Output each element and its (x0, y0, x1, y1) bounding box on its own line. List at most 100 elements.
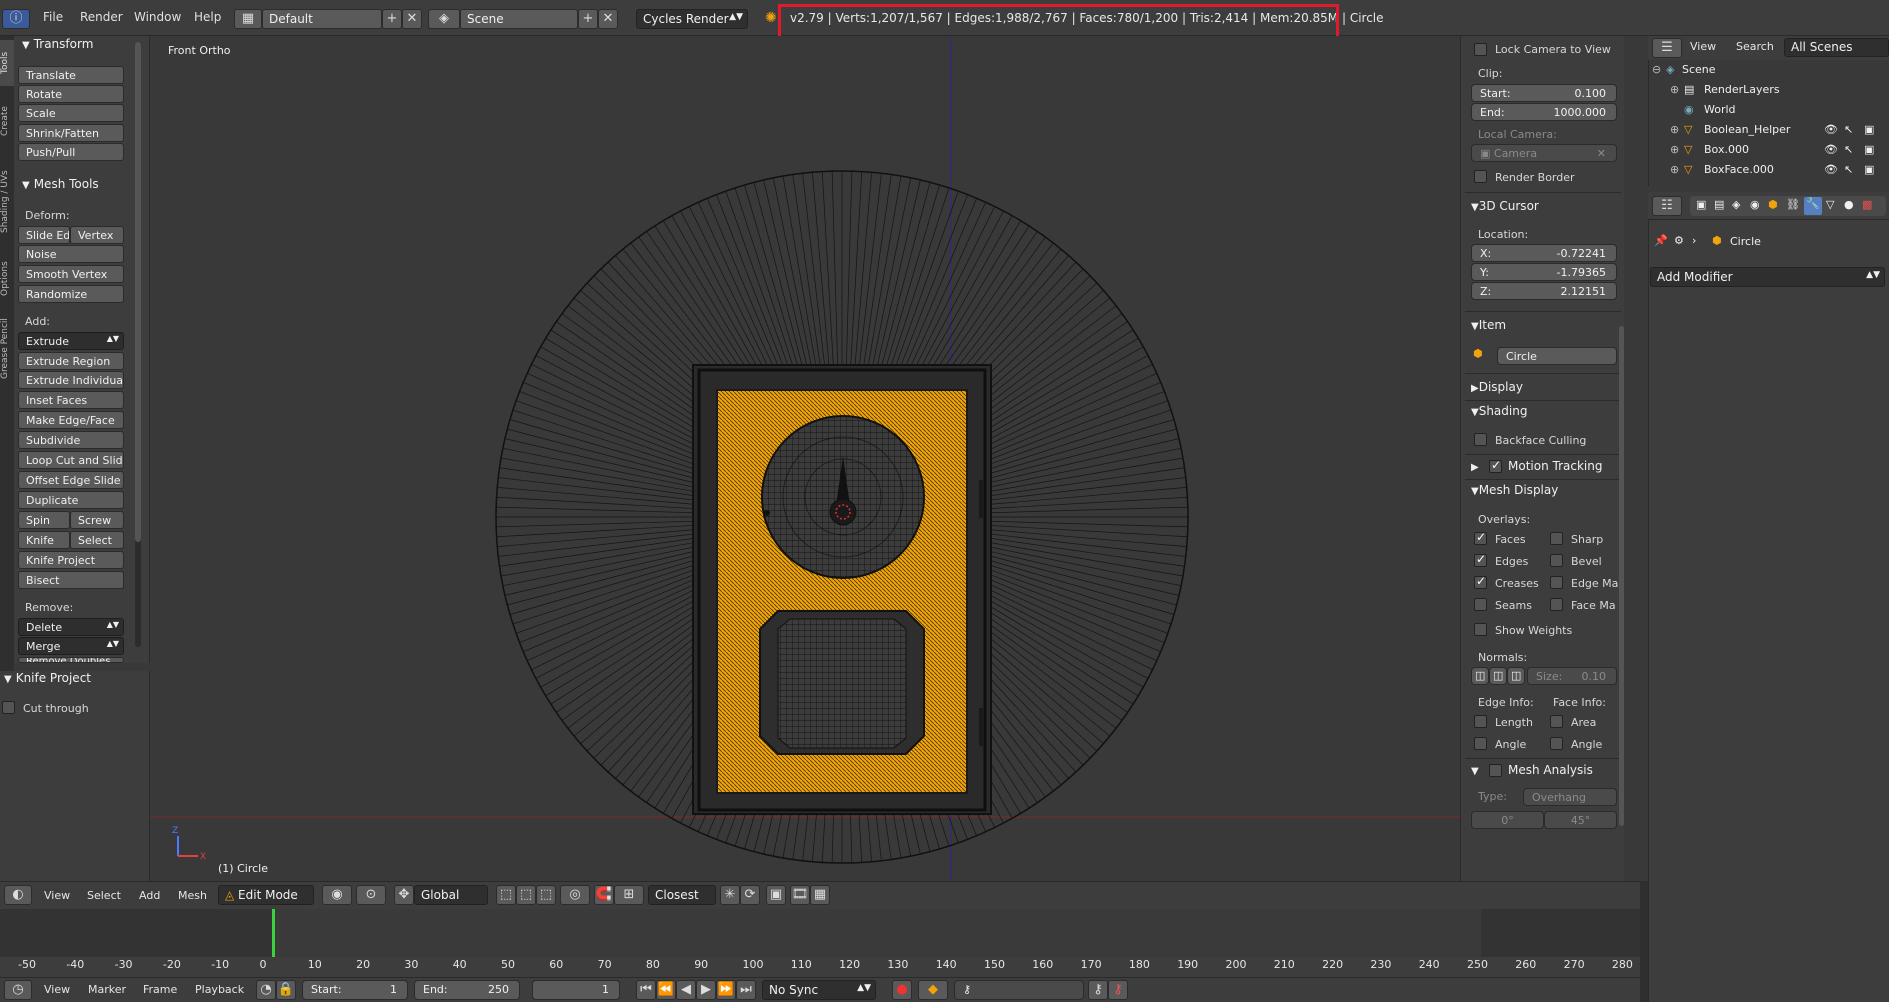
smooth-vertex-button[interactable]: Smooth Vertex (18, 265, 124, 283)
viewport-menu-mesh[interactable]: Mesh (178, 889, 207, 902)
visibility-eye-icon[interactable]: 👁 (1824, 143, 1838, 156)
face-normals-icon[interactable]: ◫ (1507, 667, 1525, 685)
render-camera-icon[interactable]: ▣ (1864, 163, 1874, 176)
menu-file[interactable]: File (43, 10, 63, 24)
cursor-y-field[interactable]: Y: -1.79365 (1471, 263, 1617, 281)
remove-layout-icon[interactable]: ✕ (402, 9, 422, 29)
inset-faces-button[interactable]: Inset Faces (18, 391, 124, 409)
transform-panel-header[interactable]: ▼ Transform (22, 37, 93, 51)
viewport-menu-select[interactable]: Select (87, 889, 121, 902)
clip-start-field[interactable]: Start: 0.100 (1471, 84, 1617, 102)
subdivide-button[interactable]: Subdivide (18, 431, 124, 449)
translate-button[interactable]: Translate (18, 66, 124, 84)
snap-toggle-icon[interactable]: 🧲 (594, 885, 614, 905)
render-engine-dropdown[interactable]: Cycles Render ▲▼ (636, 9, 748, 29)
auto-keying-record-icon[interactable]: ● (892, 980, 912, 1000)
face-area-checkbox[interactable] (1550, 715, 1563, 728)
visibility-eye-icon[interactable]: 👁 (1824, 123, 1838, 136)
select-cursor-icon[interactable]: ↖ (1844, 163, 1853, 176)
object-tab-icon[interactable]: ⬢ (1768, 198, 1778, 211)
outliner-item-box[interactable]: Box.000 (1704, 143, 1749, 156)
item-panel-header[interactable]: ▼Item (1471, 318, 1506, 332)
scene-icon[interactable]: ◈ (428, 9, 460, 29)
expand-arrow-icon[interactable]: ⊕ (1670, 123, 1679, 136)
material-tab-icon[interactable]: ● (1844, 198, 1854, 211)
mesh-tools-panel-header[interactable]: ▼ Mesh Tools (22, 177, 99, 191)
edges-checkbox[interactable] (1474, 552, 1487, 567)
snap-option-icon[interactable]: ✳ (720, 885, 740, 905)
cursor-z-field[interactable]: Z: 2.12151 (1471, 282, 1617, 300)
add-layout-icon[interactable]: + (382, 9, 402, 29)
outliner-view-menu[interactable]: View (1690, 40, 1716, 53)
extrude-region-button[interactable]: Extrude Region (18, 352, 124, 370)
mode-dropdown[interactable]: ◬ Edit Mode (218, 885, 314, 905)
layout-icon[interactable]: ▦ (234, 9, 262, 29)
shading-panel-header[interactable]: ▼Shading (1471, 404, 1527, 418)
modifiers-tab-icon[interactable]: 🔧 (1804, 197, 1822, 215)
edge-angle-checkbox[interactable] (1474, 737, 1487, 750)
data-tab-icon[interactable]: ▽ (1826, 198, 1834, 211)
spin-button[interactable]: Spin (18, 511, 70, 529)
sync-mode-dropdown[interactable]: No Sync ▲▼ (762, 980, 876, 1000)
3d-view-editor-icon[interactable]: ◐ (4, 885, 32, 905)
duplicate-button[interactable]: Duplicate (18, 491, 124, 509)
make-edge-face-button[interactable]: Make Edge/Face (18, 411, 124, 429)
mesh-display-panel-header[interactable]: ▼Mesh Display (1471, 483, 1558, 497)
3d-cursor-panel-header[interactable]: ▼3D Cursor (1471, 199, 1539, 213)
display-panel-header[interactable]: ▶Display (1471, 380, 1523, 394)
loop-cut-slide-button[interactable]: Loop Cut and Slide (18, 451, 124, 469)
outliner-search-menu[interactable]: Search (1736, 40, 1774, 53)
edge-length-checkbox[interactable] (1474, 715, 1487, 728)
play-icon[interactable]: ▶ (696, 980, 716, 1000)
start-frame-field[interactable]: Start: 1 (302, 980, 408, 1000)
texture-tab-icon[interactable]: ▩ (1862, 198, 1872, 211)
face-marks-checkbox[interactable] (1550, 598, 1563, 611)
render-camera-icon[interactable]: ▣ (1864, 123, 1874, 136)
knife-button[interactable]: Knife (18, 531, 70, 549)
bevel-checkbox[interactable] (1550, 554, 1563, 567)
motion-tracking-checkbox[interactable] (1489, 458, 1502, 473)
push-pull-button[interactable]: Push/Pull (18, 143, 124, 161)
rotate-button[interactable]: Rotate (18, 85, 124, 103)
select-cursor-icon[interactable]: ↖ (1844, 143, 1853, 156)
opengl-anim-icon[interactable]: 🎞 (790, 885, 810, 905)
backface-culling-checkbox[interactable] (1474, 433, 1487, 446)
edge-marks-checkbox[interactable] (1550, 576, 1563, 589)
viewport-menu-view[interactable]: View (44, 889, 70, 902)
3d-viewport[interactable]: Z X (150, 36, 1460, 881)
active-keying-set-field[interactable]: ⚷ (954, 980, 1084, 1000)
tab-options[interactable]: Options (0, 250, 14, 308)
face-select-icon[interactable]: ⬚ (536, 885, 556, 905)
manipulator-icon[interactable]: ✥ (394, 885, 414, 905)
delete-menu[interactable]: Delete ▲▼ (18, 618, 124, 636)
timeline-menu-frame[interactable]: Frame (143, 983, 177, 996)
preview-range-icon[interactable]: ◔ (256, 980, 276, 1000)
menu-help[interactable]: Help (194, 10, 221, 24)
knife-project-button[interactable]: Knife Project (18, 551, 124, 569)
clip-end-field[interactable]: End: 1000.000 (1471, 103, 1617, 121)
timeline-menu-playback[interactable]: Playback (195, 983, 244, 996)
scene-field[interactable]: Scene (460, 9, 578, 29)
max-angle-field[interactable]: 45° (1544, 811, 1617, 829)
pivot-point-icon[interactable]: ⊙ (356, 885, 386, 905)
snap-target-dropdown[interactable]: Closest (648, 885, 716, 905)
expand-arrow-icon[interactable]: ⊕ (1670, 163, 1679, 176)
insert-keyframe-icon[interactable]: ⚷ (1088, 980, 1108, 1000)
outliner-item-boxface[interactable]: BoxFace.000 (1704, 163, 1774, 176)
clipboard-icon[interactable]: ▦ (810, 885, 830, 905)
mesh-analysis-checkbox[interactable] (1489, 764, 1502, 777)
tab-shading-uvs[interactable]: Shading / UVs (0, 156, 14, 248)
current-frame-indicator[interactable] (272, 909, 275, 957)
timeline-menu-view[interactable]: View (44, 983, 70, 996)
keying-set-icon[interactable]: ◆ (918, 980, 948, 1000)
delete-keyframe-icon[interactable]: ⚷ (1108, 980, 1128, 1000)
properties-scrollbar[interactable] (1619, 326, 1624, 826)
outliner-item-boolean-helper[interactable]: Boolean_Helper (1704, 123, 1790, 136)
properties-editor-icon[interactable]: ☷ (1652, 196, 1682, 216)
remove-scene-icon[interactable]: ✕ (598, 9, 618, 29)
motion-tracking-panel-header[interactable]: ▶ (1471, 459, 1479, 473)
analysis-type-dropdown[interactable]: Overhang (1523, 788, 1617, 806)
render-layers-tab-icon[interactable]: ▤ (1714, 198, 1724, 211)
mesh-analysis-panel-header[interactable]: ▼ (1471, 763, 1479, 777)
viewport-menu-add[interactable]: Add (139, 889, 160, 902)
